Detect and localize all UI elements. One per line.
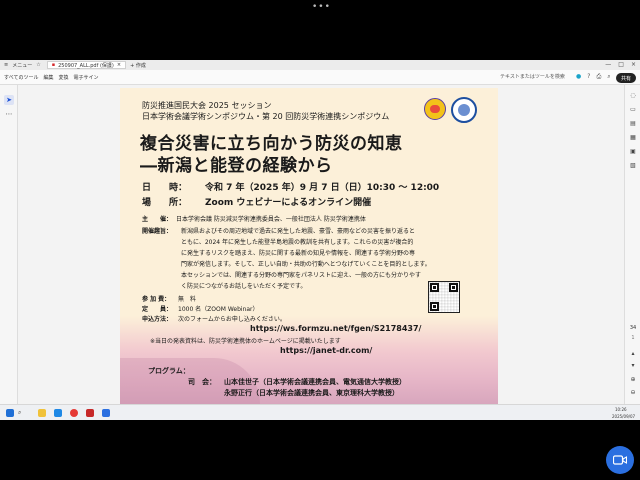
- pdf-page[interactable]: 防災推進国民大会 2025 セッション 日本学術会議学術シンポジウム・第 20 …: [120, 88, 498, 404]
- apply-label: 申込方法：: [142, 316, 173, 323]
- program-label: プログラム：: [148, 367, 190, 375]
- capacity-label: 定 員：: [142, 306, 173, 313]
- purpose-line: 本セッションでは、関連する分野の専門家をパネリストに迎え、一般の方にも分かりやす: [181, 272, 422, 279]
- taskbar-search-icon[interactable]: ⌕: [18, 409, 26, 417]
- mc-name-2: 永野正行（日本学術会議連携会員、東京理科大学教授）: [224, 389, 399, 397]
- purpose-line: に発生するリスクを踏まえ、防災に関する最新の知見や情報を、関連する学術分野の専: [181, 250, 416, 257]
- fee-label: 参 加 費：: [142, 296, 171, 303]
- attachment-icon[interactable]: ▦: [628, 133, 638, 143]
- mc-label: 司 会：: [188, 378, 216, 386]
- star-icon[interactable]: ☆: [36, 62, 40, 68]
- date-label: 日 時：: [142, 183, 188, 193]
- menu-convert[interactable]: 変換: [58, 74, 68, 81]
- left-toolbar: ➤ ⋯: [0, 85, 18, 404]
- new-tab-button[interactable]: + 作成: [130, 62, 146, 69]
- pdf-icon: ▪: [51, 62, 56, 68]
- search-icon[interactable]: ⌕: [607, 73, 610, 81]
- document-title-line-2: ―新潟と能登の経験から: [140, 156, 333, 176]
- screen: ••• ≡ メニュー ☆ ▪ 250907_ALL.pdf (保護) × + 作…: [0, 0, 640, 480]
- date-value: 令和 7 年（2025 年）9 月 7 日（日）10:30 ～ 12:00: [205, 183, 440, 193]
- tab-title: 250907_ALL.pdf (保護): [58, 62, 114, 69]
- share-button[interactable]: 共有: [616, 73, 636, 83]
- qr-code-icon[interactable]: [428, 281, 460, 313]
- edge-icon[interactable]: [54, 409, 62, 417]
- chrome-icon[interactable]: [70, 409, 78, 417]
- menu-label[interactable]: メニュー: [12, 62, 32, 69]
- help-icon[interactable]: ?: [587, 73, 590, 81]
- purpose-line: く防災につながるお話しをいただく予定です。: [181, 283, 307, 290]
- video-camera-button[interactable]: [606, 446, 634, 474]
- purpose-label: 開催趣旨：: [142, 228, 173, 235]
- purpose-line: 門家が発信します。そして、正しい自助・共助の行動へとつなげていくことを目的としま…: [181, 261, 431, 268]
- place-label: 場 所：: [142, 198, 188, 208]
- print-icon[interactable]: ⎙: [596, 73, 601, 81]
- menu-bar: すべてのツール 編集 変換 電子サイン テキストまたはツールを検索 ● ? ⎙ …: [0, 70, 640, 85]
- apply-value: 次のフォームからお申し込みください。: [178, 316, 286, 323]
- tool-search-input[interactable]: テキストまたはツールを検索: [500, 73, 565, 80]
- right-toolbar: ◌ ▭ ▤ ▦ ▣ ▧ 34 1 ▴ ▾ ⊕ ⊖: [624, 85, 640, 404]
- homepage-url-link[interactable]: https://janet-dr.com/: [280, 346, 372, 355]
- color-circle-icon[interactable]: ●: [576, 73, 581, 81]
- bookmark-icon[interactable]: ▭: [628, 105, 638, 115]
- menu-icon[interactable]: ≡: [4, 62, 8, 68]
- video-camera-icon: [613, 455, 627, 465]
- host-value: 日本学術会議 防災減災学術連携委員会、一般社団法人 防災学術連携体: [176, 216, 366, 223]
- menu-all-tools[interactable]: すべてのツール: [4, 74, 38, 81]
- close-icon[interactable]: ×: [117, 62, 121, 68]
- select-arrow-icon[interactable]: ➤: [4, 95, 14, 105]
- logo-badge-icon: [424, 98, 446, 120]
- tab-document[interactable]: ▪ 250907_ALL.pdf (保護) ×: [46, 61, 127, 69]
- taskbar: ⌕ 10:26 2025/09/07: [0, 404, 640, 420]
- page-up-icon[interactable]: ▴: [628, 349, 638, 359]
- header-line-2: 日本学術会議学術シンポジウム・第 20 回防災学術連携シンポジウム: [142, 112, 390, 121]
- layers-icon[interactable]: ▣: [628, 147, 638, 157]
- window-close-icon[interactable]: ×: [631, 61, 636, 68]
- menu-edit[interactable]: 編集: [43, 74, 53, 81]
- window-dots-icon[interactable]: •••: [312, 2, 331, 12]
- materials-note: ※当日の発表資料は、防災学術連携体のホームページに掲載いたします: [150, 338, 341, 345]
- page-number[interactable]: 34: [627, 325, 639, 331]
- host-label: 主 催：: [142, 216, 173, 223]
- clock-date[interactable]: 2025/09/07: [612, 414, 635, 419]
- header-line-1: 防災推進国民大会 2025 セッション: [142, 101, 272, 110]
- place-value: Zoom ウェビナーによるオンライン開催: [205, 198, 372, 208]
- logo-seal-icon: [451, 97, 477, 123]
- windows-start-icon[interactable]: [6, 409, 14, 417]
- zoom-in-icon[interactable]: ⊕: [628, 375, 638, 385]
- window-controls: — □ ×: [605, 61, 636, 68]
- more-icon[interactable]: ⋯: [4, 109, 14, 119]
- fee-value: 無 料: [178, 296, 197, 303]
- clock-time[interactable]: 10:26: [615, 407, 627, 412]
- capacity-value: 1000 名（ZOOM Webinar）: [178, 306, 259, 313]
- zoom-app-icon[interactable]: [102, 409, 110, 417]
- file-explorer-icon[interactable]: [38, 409, 46, 417]
- tab-bar: ≡ メニュー ☆ ▪ 250907_ALL.pdf (保護) × + 作成 — …: [0, 60, 640, 70]
- minimize-icon[interactable]: —: [605, 61, 611, 68]
- pdf-viewer-window: ≡ メニュー ☆ ▪ 250907_ALL.pdf (保護) × + 作成 — …: [0, 60, 640, 404]
- page-down-icon[interactable]: ▾: [628, 361, 638, 371]
- acrobat-icon[interactable]: [86, 409, 94, 417]
- mc-name-1: 山本佳世子（日本学術会議連携会員、電気通信大学教授）: [224, 378, 406, 386]
- pages-icon[interactable]: ▤: [628, 119, 638, 129]
- settings-icon[interactable]: ▧: [628, 161, 638, 171]
- page-total: 1: [631, 335, 635, 341]
- maximize-icon[interactable]: □: [618, 61, 624, 68]
- purpose-line: ともに、2024 年に発生した能登半島地震の教訓を共有します。これらの災害が複合…: [181, 239, 414, 246]
- toolbar-right-icons: ● ? ⎙ ⌕: [576, 73, 611, 81]
- registration-url-link[interactable]: https://ws.formzu.net/fgen/S2178437/: [250, 324, 421, 333]
- comment-icon[interactable]: ◌: [628, 91, 638, 101]
- menu-esign[interactable]: 電子サイン: [73, 74, 98, 81]
- purpose-line: 新潟県およびその周辺地域で過去に発生した地震、豪雪、豪雨などの災害を振り返ると: [181, 228, 416, 235]
- zoom-out-icon[interactable]: ⊖: [628, 388, 638, 398]
